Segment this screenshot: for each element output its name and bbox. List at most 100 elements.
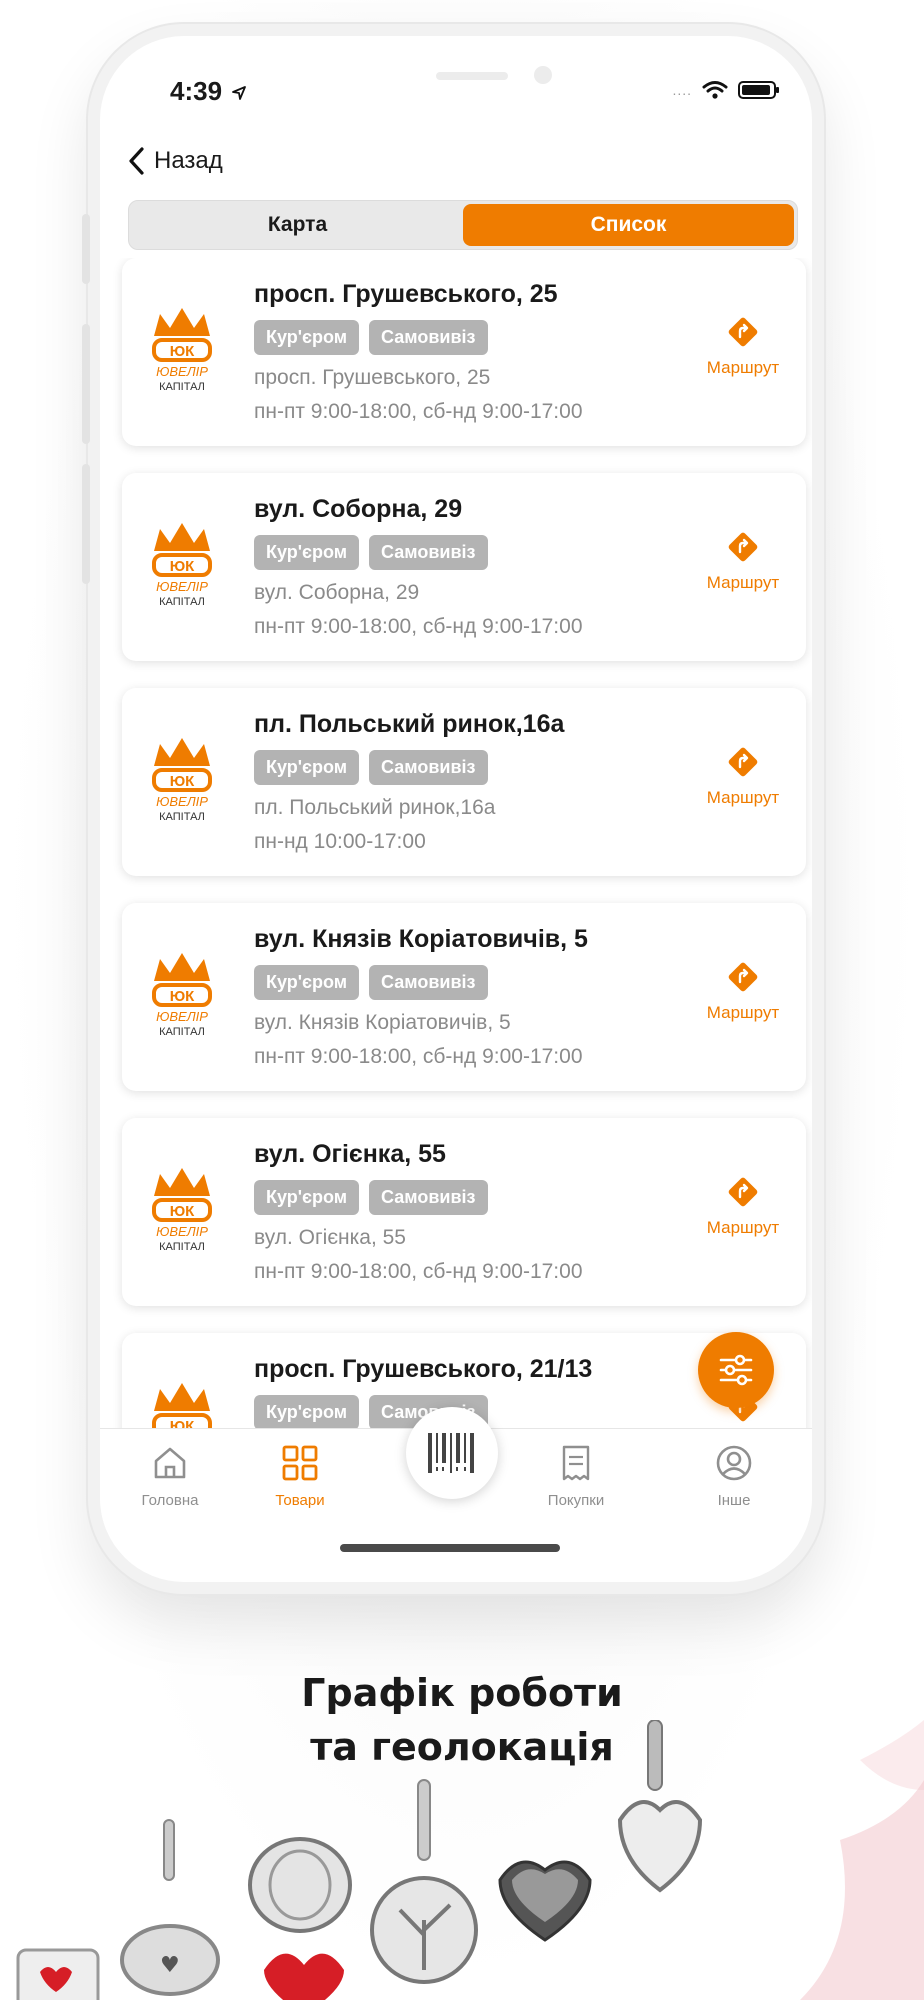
- route-label: Маршрут: [706, 1218, 780, 1237]
- store-hours: пн-пт 9:00-18:00, сб-нд 9:00-17:00: [254, 1260, 583, 1283]
- store-address: пл. Польський ринок,16а: [254, 796, 496, 819]
- filter-button[interactable]: [698, 1332, 774, 1408]
- svg-text:ЮК: ЮК: [170, 1418, 195, 1428]
- route-button[interactable]: Маршрут: [700, 1174, 786, 1238]
- store-card[interactable]: ЮК ЮВЕЛІР КАПІТАЛ пл. Польський ринок,16а Ку…: [122, 688, 806, 876]
- delivery-tags: Кур'єром Самовивіз: [254, 535, 488, 570]
- store-title: просп. Грушевського, 25: [254, 280, 558, 308]
- store-hours: пн-пт 9:00-18:00, сб-нд 9:00-17:00: [254, 615, 583, 638]
- svg-text:КАПІТАЛ: КАПІТАЛ: [159, 1241, 205, 1253]
- wifi-icon: [702, 81, 728, 99]
- pickup-tag: Самовивіз: [369, 1180, 488, 1215]
- brand-logo: ЮК ЮВЕЛІР КАПІТАЛ: [134, 736, 230, 828]
- pickup-tag: Самовивіз: [369, 750, 488, 785]
- side-button: [82, 324, 90, 444]
- store-address: просп. Грушевського, 25: [254, 366, 491, 389]
- store-card[interactable]: ЮК ЮВЕЛІР КАПІТАЛ вул. Огієнка, 55 Кур'єром С…: [122, 1118, 806, 1306]
- barcode-icon: [428, 1433, 474, 1473]
- tab-home-label: Головна: [141, 1492, 199, 1509]
- route-button[interactable]: Маршрут: [700, 959, 786, 1023]
- svg-text:КАПІТАЛ: КАПІТАЛ: [159, 1026, 205, 1038]
- store-title: вул. Князів Коріатовичів, 5: [254, 925, 588, 953]
- brand-logo: ЮК ЮВЕЛІР КАПІТАЛ: [134, 1166, 230, 1258]
- route-icon: [725, 1174, 761, 1210]
- route-icon: [725, 959, 761, 995]
- svg-text:ЮК: ЮК: [170, 558, 195, 575]
- brand-logo: ЮКЮВЕЛІРКАПІТАЛ: [134, 1381, 230, 1428]
- delivery-tags: Кур'єром Самовивіз: [254, 1180, 488, 1215]
- store-address: вул. Огієнка, 55: [254, 1226, 406, 1249]
- front-camera: [534, 66, 552, 84]
- segment-map[interactable]: Карта: [132, 204, 463, 246]
- delivery-tags: Кур'єром Самовивіз: [254, 320, 488, 355]
- tab-other[interactable]: Інше: [684, 1443, 784, 1509]
- home-indicator: [340, 1544, 560, 1552]
- store-card[interactable]: ЮК ЮВЕЛІР КАПІТАЛ просп. Грушевського, 25 Ку…: [122, 258, 806, 446]
- store-list[interactable]: ЮК ЮВЕЛІР КАПІТАЛ просп. Грушевського, 25 Ку…: [100, 258, 812, 1428]
- route-icon: [725, 744, 761, 780]
- pickup-tag: Самовивіз: [369, 535, 488, 570]
- speaker: [436, 72, 508, 80]
- side-button: [82, 464, 90, 584]
- store-title: просп. Грушевського, 21/13: [254, 1355, 593, 1383]
- segment-list[interactable]: Список: [463, 204, 794, 246]
- brand-logo: ЮК ЮВЕЛІР КАПІТАЛ: [134, 951, 230, 1043]
- svg-text:ЮК: ЮК: [170, 988, 195, 1005]
- svg-text:ЮК: ЮК: [170, 1203, 195, 1220]
- svg-text:ЮК: ЮК: [170, 343, 195, 360]
- user-icon: [716, 1445, 752, 1481]
- svg-text:ЮВЕЛІР: ЮВЕЛІР: [156, 794, 208, 809]
- store-card[interactable]: ЮК ЮВЕЛІР КАПІТАЛ вул. Князів Коріатовичів,…: [122, 903, 806, 1091]
- caption-line-1: Графік роботи: [301, 1671, 623, 1715]
- courier-tag: Кур'єром: [254, 1180, 360, 1215]
- courier-tag: Кур'єром: [254, 965, 360, 1000]
- side-button: [82, 214, 90, 284]
- route-icon: [725, 314, 761, 350]
- svg-text:ЮВЕЛІР: ЮВЕЛІР: [156, 579, 208, 594]
- view-segmented-control: Карта Список: [128, 200, 798, 250]
- tab-purchases-label: Покупки: [547, 1492, 605, 1509]
- courier-tag: Кур'єром: [254, 1395, 360, 1428]
- route-label: Маршрут: [706, 358, 780, 377]
- store-card[interactable]: ЮК ЮВЕЛІР КАПІТАЛ вул. Соборна, 29 Кур'єром С…: [122, 473, 806, 661]
- courier-tag: Кур'єром: [254, 535, 360, 570]
- route-button[interactable]: Маршрут: [700, 314, 786, 378]
- store-title: пл. Польський ринок,16а: [254, 710, 565, 738]
- back-label: Назад: [154, 147, 223, 174]
- svg-text:ЮВЕЛІР: ЮВЕЛІР: [156, 1224, 208, 1239]
- status-time: 4:39: [170, 76, 247, 107]
- store-title: вул. Соборна, 29: [254, 495, 463, 523]
- phone-device: 4:39 .... Назад Карта Список ЮК ЮВЕЛІР К…: [82, 24, 824, 1594]
- tab-products[interactable]: Товари: [250, 1443, 350, 1509]
- svg-text:КАПІТАЛ: КАПІТАЛ: [159, 381, 205, 393]
- tab-purchases[interactable]: Покупки: [526, 1443, 626, 1509]
- jewelry-illustration: ♥: [16, 1720, 924, 2000]
- back-button[interactable]: Назад: [126, 146, 223, 176]
- phone-screen: 4:39 .... Назад Карта Список ЮК ЮВЕЛІР К…: [100, 36, 812, 1582]
- svg-text:КАПІТАЛ: КАПІТАЛ: [159, 811, 205, 823]
- brand-logo: ЮКЮВЕЛІРКАПІТАЛ: [134, 306, 230, 398]
- svg-text:ЮК: ЮК: [170, 773, 195, 790]
- svg-text:КАПІТАЛ: КАПІТАЛ: [159, 596, 205, 608]
- route-label: Маршрут: [706, 573, 780, 592]
- route-label: Маршрут: [706, 788, 780, 807]
- chevron-left-icon: [129, 147, 144, 175]
- battery-icon: [738, 81, 779, 99]
- delivery-tags: Кур'єром Самовивіз: [254, 965, 488, 1000]
- store-hours: пн-нд 10:00-17:00: [254, 830, 426, 853]
- home-icon: [154, 1447, 186, 1479]
- scan-barcode-button[interactable]: [406, 1407, 498, 1499]
- route-button[interactable]: Маршрут: [700, 529, 786, 593]
- grid-icon: [282, 1445, 318, 1481]
- delivery-tags: Кур'єром Самовивіз: [254, 750, 488, 785]
- route-button[interactable]: Маршрут: [700, 744, 786, 808]
- courier-tag: Кур'єром: [254, 750, 360, 785]
- store-title: вул. Огієнка, 55: [254, 1140, 446, 1168]
- status-time-text: 4:39: [170, 76, 223, 106]
- svg-text:ЮВЕЛІР: ЮВЕЛІР: [156, 1009, 208, 1024]
- tab-home[interactable]: Головна: [120, 1443, 220, 1509]
- route-label: Маршрут: [706, 1003, 780, 1022]
- bottom-tab-bar: Головна Товари Покупки Інше: [100, 1407, 812, 1548]
- svg-text:♥: ♥: [160, 1953, 180, 1978]
- store-address: вул. Соборна, 29: [254, 581, 420, 604]
